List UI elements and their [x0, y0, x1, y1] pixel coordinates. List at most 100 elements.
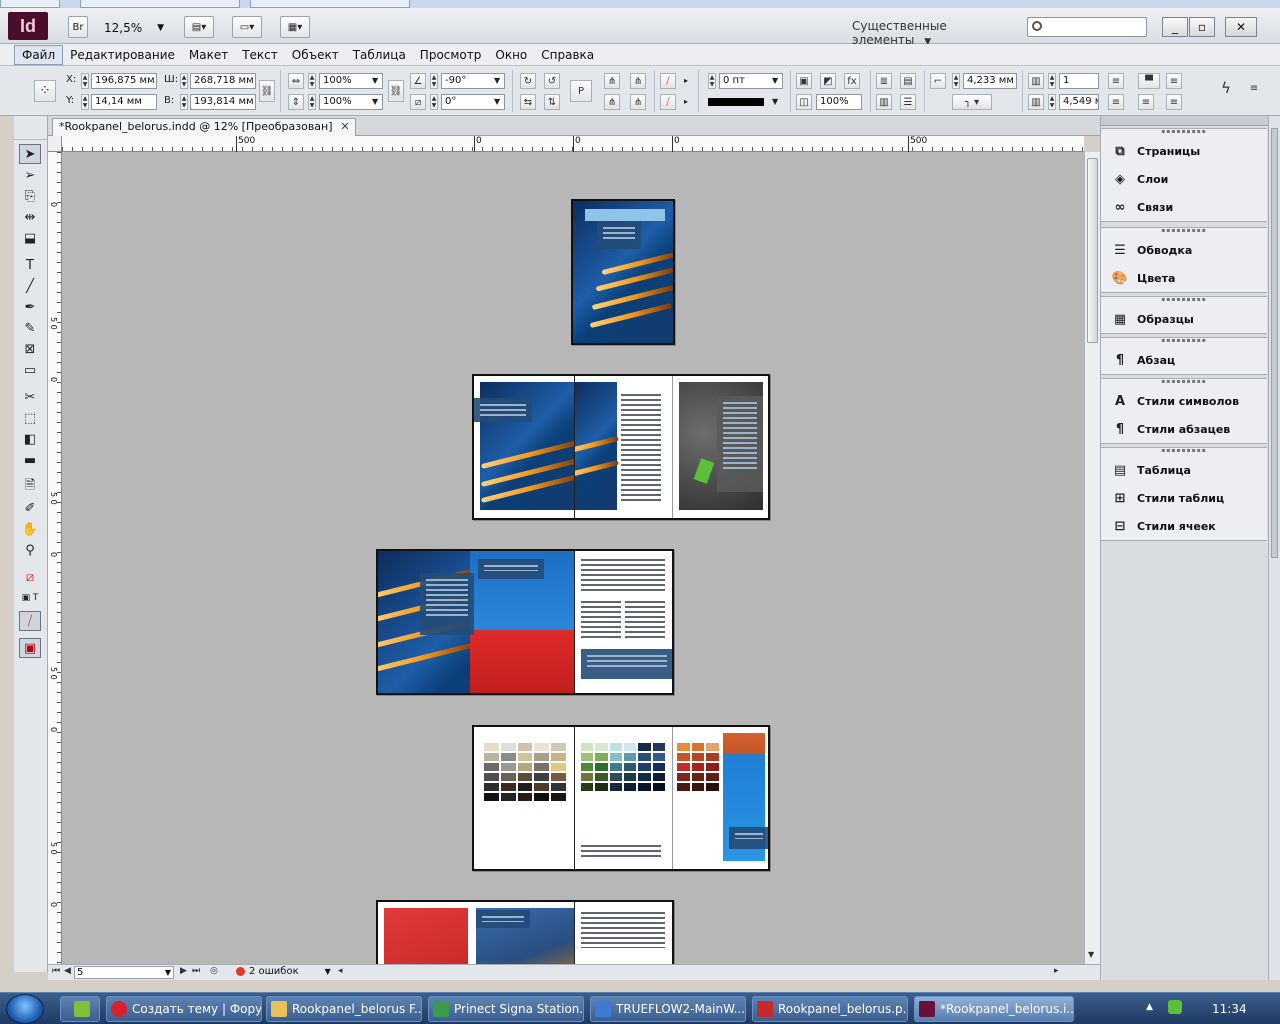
reference-point-icon[interactable]: ⁘ — [34, 80, 56, 102]
open-document-icon[interactable]: ◎ — [210, 966, 218, 976]
panel-swatches[interactable]: ▦ Образцы — [1101, 305, 1267, 333]
panel-cell-styles[interactable]: ⊟ Стили ячеек — [1101, 512, 1267, 540]
ruler-origin[interactable] — [48, 136, 62, 152]
shear-stepper[interactable]: ▲ ▼ — [430, 94, 438, 110]
spread-3[interactable] — [376, 549, 674, 695]
chevron-right-icon[interactable]: ▸ — [684, 76, 688, 85]
stroke-none-icon[interactable]: ⧸ — [660, 94, 676, 110]
spread-5[interactable] — [376, 900, 674, 964]
chevron-down-icon[interactable]: ▼ — [325, 967, 331, 976]
spread-4[interactable] — [472, 725, 770, 871]
bridge-button[interactable]: Br — [68, 16, 88, 38]
rotate-ccw-icon[interactable]: ↺ — [544, 73, 560, 89]
dock-scrollbar[interactable] — [1268, 116, 1280, 980]
tray-expand-icon[interactable]: ▲ — [1146, 1002, 1153, 1012]
flip-vertical-icon[interactable]: ⇅ — [544, 94, 560, 110]
effects-shadow-icon[interactable]: ◩ — [820, 73, 836, 89]
taskbar-item-signa[interactable]: Prinect Signa Station... — [428, 996, 584, 1022]
menu-window[interactable]: Окно — [488, 46, 534, 64]
corner-size-field[interactable]: 4,233 мм — [963, 73, 1017, 89]
corner-options-icon[interactable]: ⌐ — [930, 73, 946, 89]
select-container-icon[interactable]: ⋔ — [604, 73, 620, 89]
rectangle-tool-icon[interactable]: ▭ — [19, 360, 41, 380]
horizontal-ruler[interactable]: 500 0 0 0 500 — [62, 136, 1084, 152]
close-button[interactable]: ✕ — [1225, 17, 1257, 37]
chevron-down-icon[interactable]: ▼ — [494, 97, 500, 106]
menu-table[interactable]: Таблица — [346, 46, 413, 64]
width-stepper[interactable]: ▲ ▼ — [180, 73, 188, 89]
chevron-down-icon[interactable]: ▼ — [772, 97, 778, 106]
document-tab[interactable]: *Rookpanel_belorus.indd @ 12% [Преобразо… — [52, 118, 356, 136]
selection-mode-icon[interactable]: P — [570, 80, 592, 102]
dock-grip[interactable] — [1101, 116, 1268, 126]
fill-stroke-icon[interactable]: ⧄ — [19, 567, 41, 587]
group-grip[interactable]: ▪▪▪▪▪▪▪▪▪ — [1101, 338, 1267, 346]
menu-view[interactable]: Просмотр — [413, 46, 489, 64]
spread-2[interactable] — [472, 374, 770, 520]
lightning-icon[interactable]: ϟ — [1218, 79, 1234, 97]
selection-tool-icon[interactable]: ➤ — [19, 144, 41, 164]
y-stepper[interactable]: ▲ ▼ — [81, 94, 89, 110]
minimize-button[interactable]: _ — [1162, 17, 1188, 37]
panel-paragraph-styles[interactable]: ¶ Стили абзацев — [1101, 415, 1267, 443]
clock[interactable]: 11:34 — [1212, 1002, 1247, 1016]
type-tool-icon[interactable]: T — [19, 255, 41, 275]
menu-layout[interactable]: Макет — [182, 46, 235, 64]
text-wrap-shape-icon[interactable]: ▥ — [876, 94, 892, 110]
height-stepper[interactable]: ▲ ▼ — [180, 94, 188, 110]
chevron-right-icon[interactable]: ▸ — [684, 97, 688, 106]
group-grip[interactable]: ▪▪▪▪▪▪▪▪▪ — [1101, 297, 1267, 305]
pen-tool-icon[interactable]: ✒ — [19, 297, 41, 317]
scrollbar-thumb[interactable] — [1271, 128, 1278, 558]
taskbar-item-pdf[interactable]: Rookpanel_belorus.p... — [752, 996, 908, 1022]
panel-links[interactable]: ∞ Связи — [1101, 193, 1267, 221]
columns-stepper[interactable]: ▲ ▼ — [1048, 73, 1056, 89]
stroke-weight-stepper[interactable]: ▲ ▼ — [708, 73, 716, 89]
panel-paragraph[interactable]: ¶ Абзац — [1101, 346, 1267, 374]
constrain-scale-icon[interactable]: ⛓ — [388, 80, 404, 102]
scroll-down-icon[interactable]: ▼ — [1088, 950, 1094, 959]
panel-stroke[interactable]: ☰ Обводка — [1101, 236, 1267, 264]
zoom-dropdown[interactable]: 12,5% ▼ — [104, 19, 164, 37]
y-field[interactable]: 14,14 мм — [91, 94, 157, 110]
page-number-field[interactable]: 5 ▼ — [74, 966, 174, 979]
drop-shadow-icon[interactable]: ▣ — [796, 73, 812, 89]
height-field[interactable]: 193,814 мм — [190, 94, 256, 110]
start-button[interactable] — [6, 994, 44, 1024]
gradient-swatch-tool-icon[interactable]: ◧ — [19, 429, 41, 449]
columns-field[interactable]: 1 — [1059, 73, 1099, 89]
gradient-feather-tool-icon[interactable]: ▬ — [19, 450, 41, 470]
chevron-down-icon[interactable]: ▼ — [372, 76, 378, 85]
chevron-down-icon[interactable]: ▼ — [372, 97, 378, 106]
menu-type[interactable]: Текст — [235, 46, 285, 64]
fx-icon[interactable]: fx — [844, 73, 860, 89]
taskbar-item-trueflow[interactable]: TRUEFLOW2-MainW... — [590, 996, 746, 1022]
gap-tool-icon[interactable]: ⇹ — [19, 207, 41, 227]
workspace-switcher[interactable]: Существенные элементы ▼ — [852, 19, 1012, 47]
taskbar-item-indesign[interactable]: *Rookpanel_belorus.i... — [914, 996, 1074, 1022]
close-icon[interactable]: ✕ — [340, 119, 349, 135]
group-grip[interactable]: ▪▪▪▪▪▪▪▪▪ — [1101, 379, 1267, 387]
line-tool-icon[interactable]: ╱ — [19, 276, 41, 296]
panel-pages[interactable]: ⧉ Страницы — [1101, 137, 1267, 165]
panel-layers[interactable]: ◈ Слои — [1101, 165, 1267, 193]
rectangle-frame-tool-icon[interactable]: ⊠ — [19, 339, 41, 359]
free-transform-tool-icon[interactable]: ⬚ — [19, 408, 41, 428]
text-wrap-jump-icon[interactable]: ☰ — [900, 94, 916, 110]
apply-none-icon[interactable]: ⧸ — [19, 611, 41, 631]
scale-y-stepper[interactable]: ▲ ▼ — [308, 94, 316, 110]
network-icon[interactable] — [1168, 1000, 1182, 1014]
previous-page-icon[interactable]: ◀ — [64, 966, 71, 976]
panel-color[interactable]: 🎨 Цвета — [1101, 264, 1267, 292]
fill-none-icon[interactable]: ⧸ — [660, 73, 676, 89]
pinned-app-button[interactable] — [60, 996, 100, 1022]
group-grip[interactable]: ▪▪▪▪▪▪▪▪▪ — [1101, 228, 1267, 236]
arrange-documents-button[interactable]: ▦▾ — [280, 16, 310, 38]
taskbar-item-browser[interactable]: Создать тему | Фору... — [106, 996, 262, 1022]
text-wrap-none-icon[interactable]: ≣ — [876, 73, 892, 89]
scissors-tool-icon[interactable]: ✂ — [19, 387, 41, 407]
menu-file[interactable]: Файл — [14, 44, 64, 65]
zoom-tool-icon[interactable]: ⚲ — [19, 540, 41, 560]
corner-size-stepper[interactable]: ▲ ▼ — [952, 73, 960, 89]
constrain-proportions-icon[interactable]: ⛓ — [259, 80, 275, 102]
